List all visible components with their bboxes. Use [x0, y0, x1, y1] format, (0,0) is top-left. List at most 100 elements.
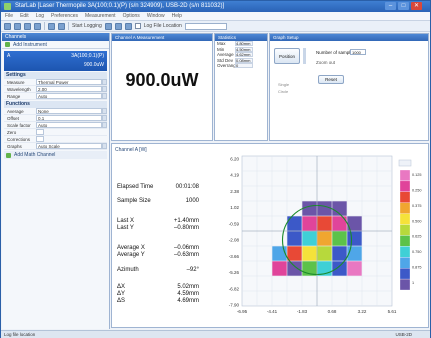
- heatmap-cell: [272, 261, 287, 276]
- chevron-down-icon[interactable]: [102, 108, 107, 114]
- elapsed-label: Elapsed Time: [117, 184, 154, 190]
- menu-file[interactable]: File: [5, 12, 13, 20]
- menu-options[interactable]: Options: [123, 12, 140, 20]
- menu-log[interactable]: Log: [36, 12, 44, 20]
- add-instrument-button[interactable]: Add Instrument: [2, 41, 109, 49]
- x-tick-label: -1.83: [297, 309, 308, 314]
- heatmap-cell: [317, 246, 332, 261]
- menu-help[interactable]: Help: [172, 12, 182, 20]
- x-tick-label: 0.68: [328, 309, 337, 314]
- statistics-header: Statistics: [215, 34, 267, 41]
- settings-row: Wavelength 2.00: [4, 86, 107, 93]
- heatmap-cell: [302, 201, 317, 216]
- heatmap-cell: [332, 261, 347, 276]
- y-tick-label: -7.90: [229, 303, 240, 308]
- legend-swatch: [399, 268, 411, 280]
- statistics-panel: Statistics Max 4.80mm Min 4.50mm Average 4.…: [214, 33, 268, 141]
- legend-label: 0.500: [412, 219, 422, 223]
- app-window: StarLab [Laser Thermopile 3A(100;0.1)(P)…: [0, 0, 431, 338]
- y-tick-label: -3.66: [229, 254, 240, 259]
- channel-display: Channel A [W] Elapsed Time 00:01:08 Samp…: [111, 143, 429, 328]
- print-icon[interactable]: [34, 22, 41, 30]
- legend-label: 1: [412, 281, 414, 285]
- chevron-down-icon[interactable]: [102, 93, 107, 99]
- new-icon[interactable]: [4, 22, 11, 30]
- status-right: USB-2D: [395, 332, 412, 337]
- legend-swatch: [399, 257, 411, 269]
- heatmap-cell: [347, 261, 362, 276]
- log-file-label: Log File Location: [143, 23, 182, 29]
- settings-section[interactable]: Settings: [4, 72, 107, 79]
- delta-s-label: ΔS: [117, 298, 126, 304]
- heatmap-cell: [287, 246, 302, 261]
- legend-swatch: [399, 180, 411, 192]
- menu-preferences[interactable]: Preferences: [51, 12, 78, 20]
- zero-checkbox[interactable]: [36, 129, 44, 135]
- y-tick-label: 1.02: [230, 205, 239, 210]
- save-icon[interactable]: [24, 22, 31, 30]
- menu-edit[interactable]: Edit: [20, 12, 29, 20]
- settings-row: Range Auto: [4, 93, 107, 100]
- channel-a-tile[interactable]: A 3A(100;0.1)(P) 900.0uW: [4, 51, 107, 71]
- y-tick-label: -0.59: [229, 221, 240, 226]
- plus-icon: [6, 152, 11, 158]
- menu-measurement[interactable]: Measurement: [85, 12, 116, 20]
- functions-row: Graphs Auto Scale: [4, 143, 107, 150]
- maximize-button[interactable]: □: [398, 2, 409, 10]
- stop-icon[interactable]: [124, 22, 132, 30]
- single-option[interactable]: Single: [278, 82, 289, 87]
- delta-x-label: ΔX: [117, 284, 126, 290]
- wavelength-field[interactable]: 2.00: [36, 86, 102, 92]
- y-tick-label: -6.82: [229, 286, 240, 291]
- legend-swatch: [399, 213, 411, 225]
- channels-panel: Channels Add Instrument A 3A(100;0.1)(P)…: [2, 33, 110, 329]
- log-file-field[interactable]: [184, 22, 227, 30]
- start-logging-button[interactable]: Start Logging: [72, 23, 102, 29]
- chevron-down-icon[interactable]: [102, 122, 107, 128]
- row-label: Graphs: [7, 143, 22, 149]
- play-icon[interactable]: [104, 22, 112, 30]
- measure-select[interactable]: Thermal Power: [36, 79, 102, 85]
- chart-icon[interactable]: [48, 22, 55, 30]
- add-math-channel-button[interactable]: Add Math Channel: [4, 151, 107, 159]
- legend-label: 0.375: [412, 204, 422, 208]
- measurement-header: Channel A Measurement: [112, 34, 212, 41]
- position-mode-button[interactable]: Position: [274, 48, 300, 64]
- legend-swatch: [399, 202, 411, 214]
- chevron-down-icon[interactable]: [102, 115, 107, 121]
- samples-input[interactable]: 1000: [350, 49, 366, 55]
- plus-icon: [5, 42, 10, 47]
- close-button[interactable]: ✕: [411, 2, 422, 10]
- window-title: StarLab [Laser Thermopile 3A(100;0.1)(P)…: [15, 3, 225, 9]
- chevron-down-icon[interactable]: [102, 143, 107, 149]
- reset-button[interactable]: Reset: [318, 75, 344, 84]
- functions-row: Corrections: [4, 136, 107, 143]
- corrections-checkbox[interactable]: [36, 136, 44, 142]
- open-icon[interactable]: [14, 22, 21, 30]
- log-file-checkbox[interactable]: [134, 23, 141, 29]
- toolbar-separator: [68, 22, 69, 30]
- pause-icon[interactable]: [114, 22, 122, 30]
- zoom-hint: Zoom out: [316, 60, 336, 65]
- offset-field[interactable]: 0.1: [36, 115, 102, 121]
- heatmap-cell: [332, 246, 347, 261]
- y-tick-label: 6.20: [230, 157, 239, 162]
- scale-factor-field[interactable]: Auto: [36, 122, 102, 128]
- heatmap-cell: [347, 231, 362, 246]
- chevron-down-icon[interactable]: [102, 86, 107, 92]
- circle-option[interactable]: Circle: [278, 89, 288, 94]
- range-select[interactable]: Auto: [36, 93, 102, 99]
- legend-label: 0.625: [412, 235, 422, 239]
- menu-window[interactable]: Window: [147, 12, 165, 20]
- legend-swatch: [399, 235, 411, 247]
- minimize-button[interactable]: –: [385, 2, 396, 10]
- position-heatmap[interactable]: 6.20 4.19 2.38 1.02 -0.59 -2.08 -3.66 -5.26 -6.8…: [212, 150, 428, 324]
- settings-icon[interactable]: [58, 22, 65, 30]
- functions-section[interactable]: Functions: [4, 101, 107, 108]
- chevron-down-icon[interactable]: [303, 48, 306, 64]
- chevron-down-icon[interactable]: [102, 79, 107, 85]
- graphs-select[interactable]: Auto Scale: [36, 143, 102, 149]
- legend-label: 0.750: [412, 250, 422, 254]
- average-select[interactable]: None: [36, 108, 102, 114]
- legend-swatch: [399, 246, 411, 258]
